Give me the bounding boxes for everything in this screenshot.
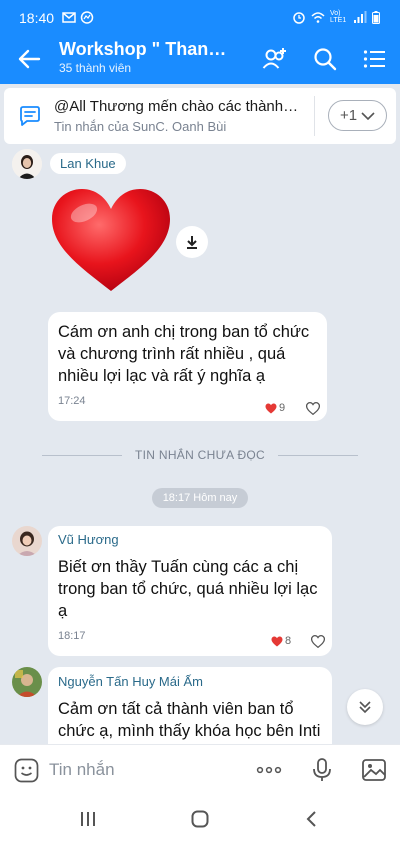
chat-header: Workshop " Thanh Lọ... 35 thành viên [0,34,400,84]
reaction-summary[interactable]: 9 [260,398,291,418]
download-icon [187,236,197,249]
status-bar: 18:40 Vo) LTE1 [0,0,400,34]
sender-name[interactable]: Vũ Hương [58,532,322,548]
scroll-to-bottom-button[interactable] [347,689,383,725]
heart-outline-icon [306,401,320,415]
avatar-photo [12,667,42,697]
avatar[interactable] [12,526,42,556]
signal-icon [354,10,367,23]
avatar-photo [12,149,42,179]
reaction-count: 8 [285,635,292,647]
alarm-icon [293,11,305,24]
message-text: Cảm ơn tất cả thành viên ban tổ chức ạ, … [58,700,321,740]
sender-name[interactable]: Lan Khue [50,153,126,174]
system-back-icon[interactable] [302,809,322,829]
react-button[interactable] [307,630,329,652]
message-text: Biết ơn thầy Tuấn cùng các a chị trong b… [58,558,318,620]
back-arrow-icon[interactable] [16,47,42,71]
pinned-divider [314,96,315,136]
react-button[interactable] [302,397,324,419]
more-options-icon[interactable] [256,757,282,783]
microphone-icon[interactable] [309,757,335,783]
message-composer: Tin nhắn [0,744,400,794]
chevron-down-icon [361,111,375,120]
sticker-icon[interactable] [14,758,39,783]
battery-icon [372,10,380,24]
message-bubble[interactable]: Nguyễn Tấn Huy Mái Ấm Cảm ơn tất cả thàn… [48,667,332,744]
pinned-sender: Tin nhắn của SunC. Oanh Bùi [54,119,227,134]
heart-reaction-icon [265,403,277,413]
double-chevron-down-icon [359,701,371,714]
avatar[interactable] [12,149,42,179]
heart-reaction-icon [271,636,283,646]
pinned-text: @All Thương mến chào các thành vi... [54,98,302,115]
member-count[interactable]: 35 thành viên [59,61,131,75]
status-time: 18:40 [19,10,55,26]
search-icon[interactable] [312,46,338,72]
messenger-icon [80,11,94,24]
home-icon[interactable] [190,809,210,829]
heart-outline-icon [311,634,325,648]
heart-sticker[interactable] [50,187,172,295]
time-separator: 18:17 Hôm nay [152,488,248,508]
system-nav-bar [0,794,400,844]
more-pinned-button[interactable]: +1 [328,100,387,131]
group-title[interactable]: Workshop " Thanh Lọ... [59,39,234,60]
message-input[interactable]: Tin nhắn [49,760,115,780]
reaction-summary[interactable]: 8 [266,631,297,651]
image-icon[interactable] [361,757,387,783]
menu-icon[interactable] [362,46,388,72]
more-pinned-label: +1 [339,107,358,124]
reaction-count: 9 [279,402,286,414]
message-text: Cám ơn anh chị trong ban tổ chức và chươ… [58,323,310,385]
gmail-icon [62,12,76,23]
wifi-icon [311,11,325,23]
download-button[interactable] [176,226,208,258]
avatar-photo [12,526,42,556]
network-label: Vo) LTE1 [330,10,347,24]
chat-bubble-icon [20,106,40,126]
sender-name[interactable]: Nguyễn Tấn Huy Mái Ấm [58,674,322,690]
pinned-message[interactable]: @All Thương mến chào các thành vi... Tin… [4,88,396,144]
unread-divider-right [278,455,358,456]
add-member-icon[interactable] [262,46,288,72]
recent-apps-icon[interactable] [78,809,98,829]
avatar[interactable] [12,667,42,697]
